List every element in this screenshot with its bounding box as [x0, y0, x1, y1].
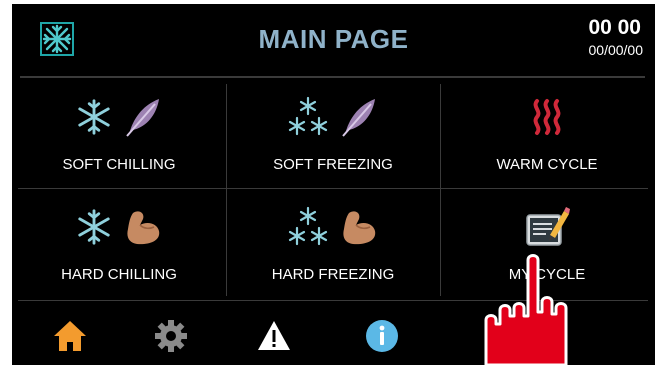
hard-freezing-label: HARD FREEZING: [271, 266, 395, 283]
triple-snowflake-icon: [288, 96, 328, 136]
info-icon[interactable]: [364, 318, 400, 354]
feather-icon: [342, 99, 375, 137]
settings-gear-icon[interactable]: [153, 318, 189, 354]
flexed-bicep-icon: [343, 211, 376, 245]
warning-icon[interactable]: [256, 318, 292, 354]
warm-cycle-label: WARM CYCLE: [496, 156, 598, 173]
hard-chilling-button[interactable]: HARD CHILLING: [12, 188, 226, 298]
soft-freezing-button[interactable]: SOFT FREEZING: [226, 78, 440, 188]
triple-snowflake-icon: [288, 206, 328, 246]
page-title: MAIN PAGE: [258, 24, 409, 54]
flexed-bicep-icon: [127, 211, 160, 245]
feather-icon: [126, 99, 159, 137]
hard-chilling-label: HARD CHILLING: [61, 266, 177, 283]
soft-chilling-label: SOFT CHILLING: [62, 156, 176, 173]
home-icon[interactable]: [52, 318, 88, 354]
heat-waves-icon: [533, 99, 561, 135]
soft-chilling-button[interactable]: SOFT CHILLING: [12, 78, 226, 188]
snowflake-icon: [78, 209, 110, 245]
warm-cycle-button[interactable]: WARM CYCLE: [440, 78, 654, 188]
tapping-hand-icon: [484, 254, 568, 365]
clock-date: 00/00/00: [588, 42, 644, 58]
header: MAIN PAGE 00 00 00/00/00: [12, 4, 655, 76]
hard-freezing-button[interactable]: HARD FREEZING: [226, 188, 440, 298]
memo-pencil-icon: [526, 207, 570, 246]
soft-freezing-label: SOFT FREEZING: [273, 156, 393, 173]
snowflake-icon: [78, 99, 110, 135]
clock-time: 00 00: [588, 16, 641, 39]
